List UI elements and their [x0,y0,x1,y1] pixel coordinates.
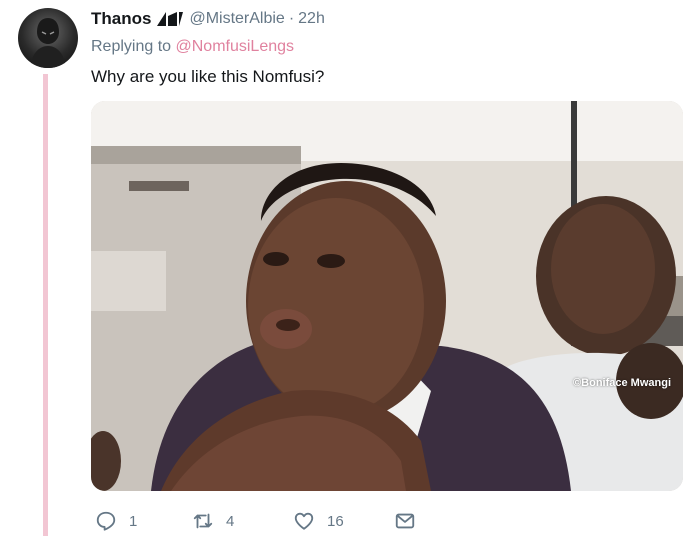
separator-dot: · [288,10,295,27]
replying-to: Replying to @NomfusiLengs [91,38,294,56]
image-credit: ©Boniface Mwangi [573,377,671,389]
reply-button[interactable]: 1 [95,508,137,534]
avatar-image [30,18,66,68]
like-icon [294,512,314,530]
tweet-time[interactable]: 22h [298,10,325,28]
author-handle[interactable]: @MisterAlbie [189,10,284,28]
like-count: 16 [327,512,344,530]
tweet-header: Thanos @MisterAlbie · 22h [91,8,325,30]
thread-line [43,74,48,536]
tweet-image[interactable]: ©Boniface Mwangi [91,101,683,491]
dm-button[interactable] [394,508,416,534]
retweet-icon [193,513,213,529]
dm-icon [395,513,415,529]
like-button[interactable]: 16 [293,508,344,534]
replying-prefix: Replying to [91,38,172,55]
tweet-actions: 1 4 16 [91,508,683,536]
retweet-count: 4 [226,512,235,530]
tweet-text: Why are you like this Nomfusi? [91,67,325,86]
mention-link[interactable]: @NomfusiLengs [176,38,295,55]
avatar[interactable] [18,8,78,68]
retweet-button[interactable]: 4 [192,508,234,534]
reply-icon [96,511,116,531]
author-name[interactable]: Thanos [91,9,151,29]
reply-count: 1 [129,512,138,530]
badge-icon [157,12,184,26]
photo [91,101,683,491]
